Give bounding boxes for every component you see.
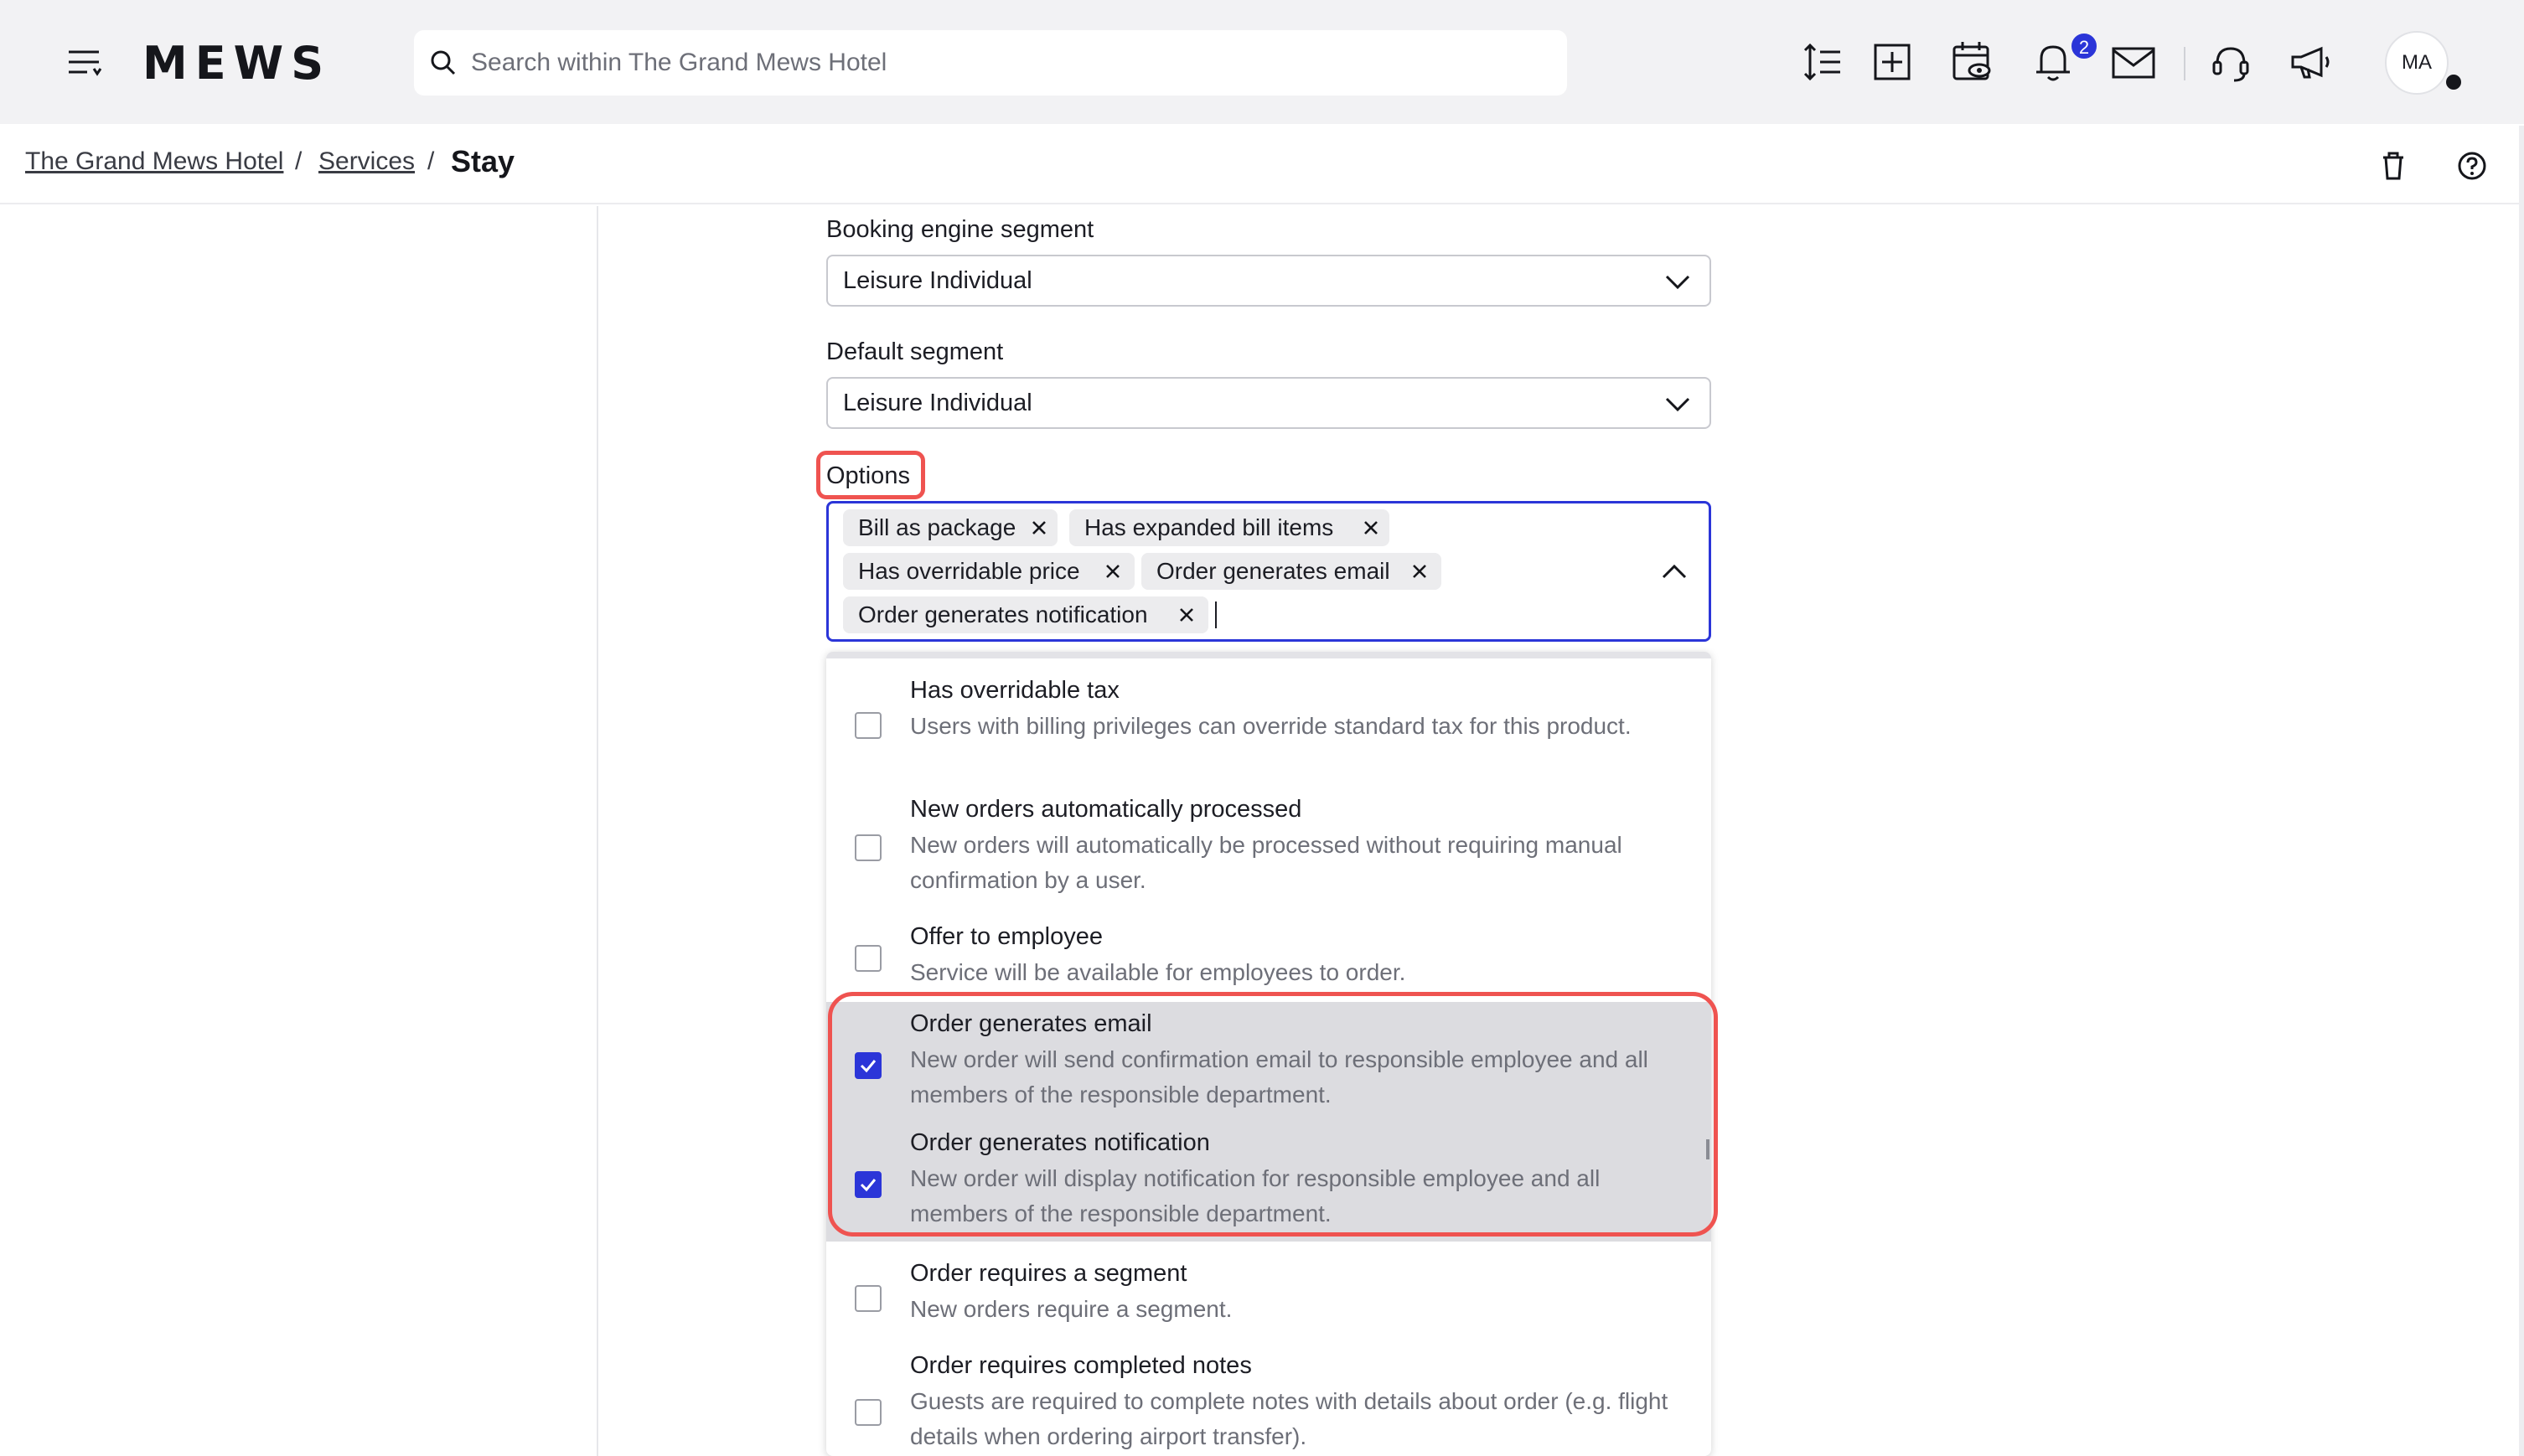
- booking-engine-segment-value: Leisure Individual: [843, 267, 1032, 294]
- chip-label: Has expanded bill items: [1084, 514, 1334, 540]
- chip-label: Order generates notification: [858, 602, 1148, 627]
- option-description: Service will be available for employees …: [910, 959, 1406, 985]
- close-icon[interactable]: [1104, 563, 1121, 580]
- option-order-requires-a-segment[interactable]: Order requires a segment New orders requ…: [826, 1242, 1711, 1342]
- search-icon: [431, 50, 456, 75]
- calendar-view-icon[interactable]: [1949, 39, 1996, 85]
- options-label-highlight: [816, 451, 925, 499]
- close-icon[interactable]: [1411, 563, 1428, 580]
- mail-icon[interactable]: [2110, 39, 2157, 85]
- default-segment-label: Default segment: [826, 338, 1004, 365]
- chip-has-expanded-bill-items: Has expanded bill items: [1069, 509, 1389, 546]
- booking-engine-segment-label: Booking engine segment: [826, 216, 1094, 243]
- trash-icon[interactable]: [2377, 149, 2410, 183]
- option-description: Guests are required to complete notes wi…: [910, 1388, 1668, 1449]
- add-icon[interactable]: [1869, 39, 1916, 85]
- avatar[interactable]: MA: [2385, 31, 2449, 95]
- option-has-overridable-tax[interactable]: Has overridable tax Users with billing p…: [826, 665, 1711, 782]
- close-icon[interactable]: [1178, 607, 1195, 623]
- chip-label: Has overridable price: [858, 558, 1080, 584]
- close-icon[interactable]: [1031, 519, 1047, 536]
- toolbar-divider: [2184, 47, 2185, 80]
- breadcrumb: The Grand Mews Hotel / Services / Stay: [0, 124, 2524, 204]
- breadcrumb-item-services[interactable]: Services: [318, 147, 415, 176]
- close-icon[interactable]: [1363, 519, 1379, 536]
- chip-has-overridable-price: Has overridable price: [843, 553, 1135, 590]
- search-input[interactable]: [471, 30, 1552, 96]
- option-title: Order requires completed notes: [910, 1352, 1252, 1379]
- dropdown-scrollbar[interactable]: [1706, 1139, 1709, 1159]
- option-description: New orders require a segment.: [910, 1296, 1233, 1322]
- avatar-status-dot: [2444, 72, 2464, 92]
- chip-order-generates-notification: Order generates notification: [843, 596, 1208, 633]
- chip-bill-as-package: Bill as package: [843, 509, 1058, 546]
- option-description: New orders will automatically be process…: [910, 832, 1622, 893]
- chevron-up-icon[interactable]: [1661, 560, 1688, 583]
- option-title: New orders automatically processed: [910, 796, 1302, 823]
- default-segment-value: Leisure Individual: [843, 390, 1032, 416]
- page-scrollbar[interactable]: [2519, 126, 2524, 1456]
- megaphone-icon[interactable]: [2288, 39, 2335, 85]
- sidebar-divider: [597, 206, 598, 1456]
- booking-engine-segment-select[interactable]: Leisure Individual: [826, 255, 1711, 307]
- checkbox[interactable]: [855, 834, 882, 861]
- chevron-down-icon: [1665, 275, 1690, 290]
- checkbox[interactable]: [855, 712, 882, 739]
- page-title: Stay: [451, 144, 515, 178]
- line-height-icon[interactable]: [1800, 39, 1847, 85]
- breadcrumb-separator: /: [427, 147, 435, 175]
- chip-label: Order generates email: [1156, 558, 1390, 584]
- checkbox[interactable]: [855, 1399, 882, 1426]
- top-bar: MEWS Search within The Grand Mews Hotel …: [0, 0, 2524, 124]
- mews-logo[interactable]: MEWS: [142, 37, 331, 90]
- support-headset-icon[interactable]: [2207, 39, 2254, 85]
- breadcrumb-item-hotel[interactable]: The Grand Mews Hotel: [25, 147, 283, 176]
- menu-icon[interactable]: [65, 47, 106, 80]
- chevron-down-icon: [1665, 397, 1690, 412]
- breadcrumb-separator: /: [295, 147, 303, 175]
- checkbox[interactable]: [855, 1285, 882, 1312]
- checkbox[interactable]: [855, 945, 882, 972]
- text-caret: [1215, 602, 1217, 628]
- chip-label: Bill as package: [858, 514, 1016, 540]
- notification-badge: 2: [2070, 32, 2098, 60]
- chip-order-generates-email: Order generates email: [1141, 553, 1441, 590]
- option-title: Order requires a segment: [910, 1260, 1187, 1287]
- option-title: Has overridable tax: [910, 677, 1120, 704]
- option-order-requires-completed-notes[interactable]: Order requires completed notes Guests ar…: [826, 1342, 1711, 1456]
- option-offer-to-employee[interactable]: Offer to employee Service will be availa…: [826, 910, 1711, 1002]
- help-icon[interactable]: [2455, 149, 2489, 183]
- default-segment-select[interactable]: Leisure Individual: [826, 377, 1711, 429]
- dropdown-top-edge: [826, 652, 1711, 658]
- search-bar[interactable]: [414, 30, 1567, 96]
- option-new-orders-automatically-processed[interactable]: New orders automatically processed New o…: [826, 782, 1711, 910]
- selected-options-highlight: [828, 992, 1718, 1237]
- option-title: Offer to employee: [910, 923, 1103, 950]
- option-description: Users with billing privileges can overri…: [910, 713, 1632, 739]
